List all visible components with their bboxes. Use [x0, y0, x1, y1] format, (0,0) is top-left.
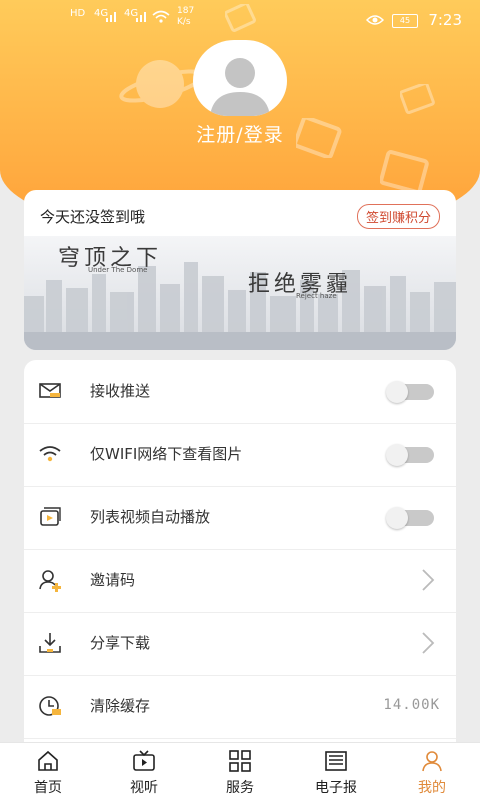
setting-label: 清除缓存 [90, 697, 151, 715]
tab-mine[interactable]: 我的 [384, 743, 480, 801]
setting-label: 列表视频自动播放 [90, 508, 211, 526]
clear-cache-icon [39, 696, 61, 716]
sign-in-banner[interactable]: 穹顶之下 Under The Dome 拒绝雾霾 Reject haze [24, 236, 456, 350]
eye-icon [366, 15, 384, 25]
toggle-knob [386, 381, 408, 403]
setting-label: 邀请码 [90, 571, 136, 589]
download-icon [39, 633, 61, 653]
bottom-tab-bar: 首页 视听 服务 电子报 我的 [0, 742, 480, 801]
mail-icon [39, 383, 61, 398]
tv-icon [133, 750, 155, 771]
autoplay-toggle[interactable] [386, 507, 434, 529]
setting-label: 分享下载 [90, 634, 151, 652]
news-decoration-icon [400, 84, 435, 114]
wifi-icon [39, 446, 61, 462]
home-icon [38, 750, 58, 771]
tab-home[interactable]: 首页 [0, 743, 96, 801]
clock: 7:23 [428, 11, 462, 29]
tab-label: 我的 [418, 780, 446, 796]
signal-icon [106, 12, 116, 22]
setting-label: 接收推送 [90, 382, 151, 400]
video-play-icon [40, 507, 61, 526]
avatar[interactable] [193, 40, 287, 116]
login-link[interactable]: 注册/登录 [0, 120, 480, 147]
sign-in-button[interactable]: 签到赚积分 [356, 204, 440, 229]
banner-subtitle-1: Under The Dome [88, 266, 148, 274]
sign-in-prompt: 今天还没签到哦 [40, 208, 146, 226]
tab-services[interactable]: 服务 [192, 743, 288, 801]
chevron-right-icon [422, 632, 435, 654]
tab-label: 电子报 [315, 780, 357, 796]
default-avatar-icon [210, 58, 270, 116]
hd-indicator: HD [70, 8, 86, 19]
setting-wifi-images[interactable]: 仅WIFI网络下查看图片 [24, 423, 456, 487]
chevron-right-icon [422, 569, 435, 591]
setting-invite-code[interactable]: 邀请码 [24, 549, 456, 613]
wifi-status-icon [152, 10, 170, 23]
tab-label: 视听 [130, 780, 158, 796]
banner-subtitle-2: Reject haze [296, 292, 337, 300]
setting-receive-push[interactable]: 接收推送 [24, 360, 456, 424]
tab-label: 首页 [34, 780, 62, 796]
toggle-knob [386, 444, 408, 466]
grid-icon [229, 750, 251, 772]
setting-label: 仅WIFI网络下查看图片 [90, 445, 243, 463]
sign-in-card: 今天还没签到哦 签到赚积分 穹顶之下 Under The Dome 拒绝雾霾 R… [24, 190, 456, 350]
net-speed-unit: K/s [177, 17, 191, 27]
tab-e-paper[interactable]: 电子报 [288, 743, 384, 801]
tab-audio-video[interactable]: 视听 [96, 743, 192, 801]
receive-push-toggle[interactable] [386, 381, 434, 403]
newspaper-icon [325, 751, 347, 771]
status-bar: HD 4G 4G 187 K/s 45 7:23 [0, 0, 480, 42]
settings-list: 接收推送 仅WIFI网络下查看图片 列表视频自动播放 邀请码 分享下载 清除缓存… [24, 360, 456, 750]
cache-size: 14.00K [383, 697, 440, 713]
setting-autoplay-video[interactable]: 列表视频自动播放 [24, 486, 456, 550]
setting-clear-cache[interactable]: 清除缓存 14.00K [24, 675, 456, 739]
signal-icon [136, 12, 146, 22]
toggle-knob [386, 507, 408, 529]
setting-share-download[interactable]: 分享下载 [24, 612, 456, 676]
wifi-images-toggle[interactable] [386, 444, 434, 466]
person-icon [422, 751, 442, 772]
battery-indicator: 45 [392, 14, 418, 28]
tab-label: 服务 [226, 780, 254, 796]
add-user-icon [39, 570, 61, 592]
